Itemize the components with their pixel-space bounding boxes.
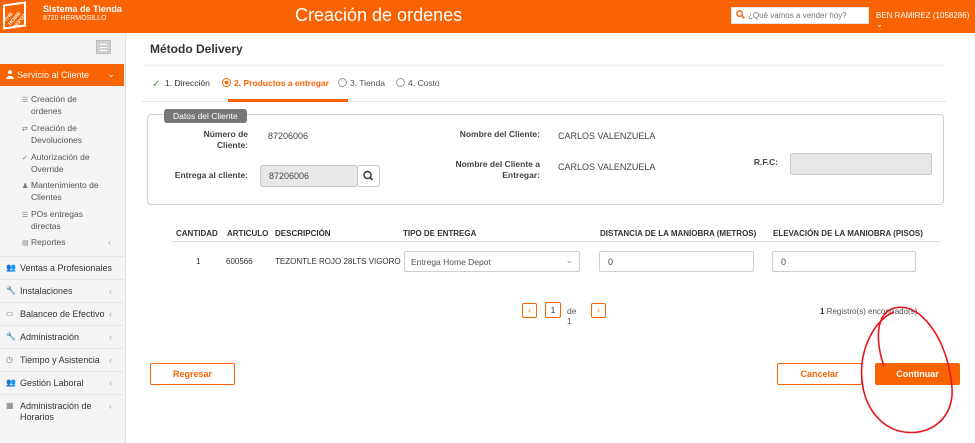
clock-icon: ◷ bbox=[6, 355, 13, 364]
sidebar-subitem-reportes[interactable]: ▤ Reportes ‹ bbox=[22, 237, 112, 249]
column-header: CANTIDAD bbox=[176, 229, 218, 238]
cell-articulo: 600566 bbox=[226, 257, 253, 266]
chevron-left-icon: ‹ bbox=[109, 332, 112, 342]
chevron-left-icon: ‹ bbox=[109, 286, 112, 296]
search-client-button[interactable] bbox=[357, 165, 380, 187]
sidebar-item-gestion-laboral[interactable]: 👥 Gestión Laboral ‹ bbox=[0, 371, 124, 394]
list-icon: ☰ bbox=[22, 97, 29, 104]
page-total: de 1 bbox=[567, 306, 577, 326]
entrega-cliente-input[interactable]: 87206006 bbox=[260, 165, 358, 187]
sidebar-item-administracion-horarios[interactable]: ▦ Administración de Horarios ‹ bbox=[0, 394, 124, 443]
user-icon bbox=[6, 70, 14, 79]
users-icon: 👥 bbox=[6, 263, 16, 272]
cell-descripcion: TEZONTLE ROJO 28LTS VIGORO bbox=[275, 257, 401, 266]
chevron-left-icon: ‹ bbox=[108, 237, 111, 247]
return-icon: ⇄ bbox=[22, 126, 28, 133]
calendar-icon: ▦ bbox=[6, 401, 14, 410]
cancel-button[interactable]: Cancelar bbox=[777, 363, 862, 385]
sidebar-item-ventas-profesionales[interactable]: 👥 Ventas a Profesionales ‹ bbox=[0, 256, 124, 279]
search-input[interactable] bbox=[748, 9, 866, 22]
chevron-down-icon: ⌄ bbox=[565, 255, 573, 265]
section-title: Método Delivery bbox=[150, 42, 243, 56]
wrench-icon: 🔧 bbox=[6, 286, 16, 295]
search-icon bbox=[363, 170, 374, 181]
client-data-panel: Datos del Cliente Número de Cliente: 8720… bbox=[147, 109, 944, 205]
numero-cliente-value: 87206006 bbox=[268, 131, 309, 141]
nombre-entregar-label: Nombre del Cliente a Entregar: bbox=[455, 159, 540, 180]
sidebar-toggle-button[interactable] bbox=[96, 40, 111, 54]
radio-icon bbox=[396, 78, 405, 87]
user-name: BEN RAMIREZ (1058286) bbox=[876, 11, 970, 20]
home-depot-logo[interactable]: THE HOME DEPOT bbox=[3, 1, 28, 30]
chevron-left-icon: ‹ bbox=[109, 378, 112, 388]
list-icon: ☰ bbox=[22, 212, 29, 219]
current-page[interactable]: 1 bbox=[545, 302, 561, 318]
sidebar-subitem-pos-entregas-directas[interactable]: ☰ POs entregas directas bbox=[22, 209, 112, 232]
header-divider bbox=[172, 241, 940, 242]
column-header: ARTICULO bbox=[227, 229, 269, 238]
numero-cliente-label: Número de Cliente: bbox=[203, 129, 248, 150]
page-title: Creación de ordenes bbox=[295, 5, 463, 25]
active-step-indicator bbox=[228, 99, 348, 102]
sidebar-item-balanceo-efectivo[interactable]: ▭ Balanceo de Efectivo ‹ bbox=[0, 302, 124, 325]
main-content: Método Delivery ✓ 1. Dirección 2. Product… bbox=[126, 33, 975, 443]
check-icon: ✓ bbox=[22, 155, 28, 162]
sidebar-subitem-autorizacion-override[interactable]: ✓ Autorización de Override bbox=[22, 152, 112, 175]
rfc-input[interactable] bbox=[790, 153, 932, 175]
rfc-label: R.F.C: bbox=[753, 157, 778, 167]
user-icon: ♟ bbox=[22, 183, 29, 190]
sidebar-subitem-creacion-devoluciones[interactable]: ⇄ Creación de Devoluciones bbox=[22, 123, 112, 146]
chevron-down-icon: ⌄ bbox=[876, 20, 883, 29]
sidebar: Servicio al Cliente ⌄ ☰ Creación de ordene… bbox=[0, 33, 126, 443]
sidebar-item-tiempo-asistencia[interactable]: ◷ Tiempo y Asistencia ‹ bbox=[0, 348, 124, 371]
search-box[interactable] bbox=[731, 7, 869, 24]
sidebar-subitem-creacion-ordenes[interactable]: ☰ Creación de ordenes bbox=[22, 94, 112, 117]
nombre-cliente-label: Nombre del Cliente: bbox=[459, 129, 540, 139]
records-count: 1 Registro(s) encontrado(s) bbox=[820, 307, 918, 316]
wizard-steps: ✓ 1. Dirección 2. Productos a entregar 3.… bbox=[142, 65, 946, 102]
check-circle-icon: ✓ bbox=[152, 79, 161, 90]
entrega-cliente-label: Entrega al cliente: bbox=[174, 170, 248, 180]
sidebar-item-instalaciones[interactable]: 🔧 Instalaciones ‹ bbox=[0, 279, 124, 302]
report-icon: ▤ bbox=[22, 240, 29, 247]
back-button[interactable]: Regresar bbox=[150, 363, 235, 385]
chevron-left-icon: ‹ bbox=[109, 263, 112, 273]
column-header: TIPO DE ENTREGA bbox=[403, 229, 477, 238]
team-icon: 👥 bbox=[6, 378, 16, 387]
cell-cantidad: 1 bbox=[196, 257, 201, 266]
sidebar-item-administracion[interactable]: 🔧 Administración ‹ bbox=[0, 325, 124, 348]
search-icon[interactable] bbox=[736, 10, 745, 19]
tipo-entrega-select[interactable]: Entrega Home Depot ⌄ bbox=[404, 251, 580, 272]
distancia-input[interactable]: 0 bbox=[599, 251, 754, 272]
step-direccion[interactable]: ✓ 1. Dirección bbox=[152, 78, 210, 90]
radio-active-icon bbox=[222, 78, 231, 87]
elevacion-input[interactable]: 0 bbox=[772, 251, 916, 272]
chevron-left-icon: ‹ bbox=[109, 309, 112, 319]
nombre-cliente-value: CARLOS VALENZUELA bbox=[558, 131, 656, 141]
cash-icon: ▭ bbox=[6, 309, 14, 318]
nombre-entregar-value: CARLOS VALENZUELA bbox=[558, 162, 656, 172]
step-costo[interactable]: 4. Costo bbox=[396, 78, 440, 88]
prev-page-button[interactable]: ‹ bbox=[522, 303, 537, 318]
continue-button[interactable]: Continuar bbox=[875, 363, 960, 385]
column-header: ELEVACIÓN DE LA MANIOBRA (PISOS) bbox=[773, 229, 923, 238]
system-title: Sistema de Tienda bbox=[43, 4, 122, 14]
sidebar-item-servicio-al-cliente[interactable]: Servicio al Cliente ⌄ bbox=[0, 64, 124, 86]
step-tienda[interactable]: 3. Tienda bbox=[338, 78, 385, 88]
wrench-icon: 🔧 bbox=[6, 332, 16, 341]
next-page-button[interactable]: › bbox=[591, 303, 606, 318]
sidebar-subitem-mantenimiento-clientes[interactable]: ♟ Mantenimiento de Clientes bbox=[22, 180, 112, 203]
column-header: DISTANCIA DE LA MANIOBRA (METROS) bbox=[600, 229, 757, 238]
top-bar: THE HOME DEPOT Sistema de Tienda 8720 HE… bbox=[0, 0, 975, 33]
chevron-left-icon: ‹ bbox=[109, 401, 112, 411]
column-header: DESCRIPCIÓN bbox=[275, 229, 331, 238]
step-productos[interactable]: 2. Productos a entregar bbox=[222, 78, 329, 88]
chevron-left-icon: ‹ bbox=[109, 355, 112, 365]
store-name: 8720 HERMOSILLO bbox=[43, 15, 107, 22]
user-menu[interactable]: BEN RAMIREZ (1058286) ⌄ bbox=[876, 11, 975, 29]
chevron-down-icon: ⌄ bbox=[107, 69, 115, 79]
radio-icon bbox=[338, 78, 347, 87]
panel-tag: Datos del Cliente bbox=[164, 109, 247, 123]
